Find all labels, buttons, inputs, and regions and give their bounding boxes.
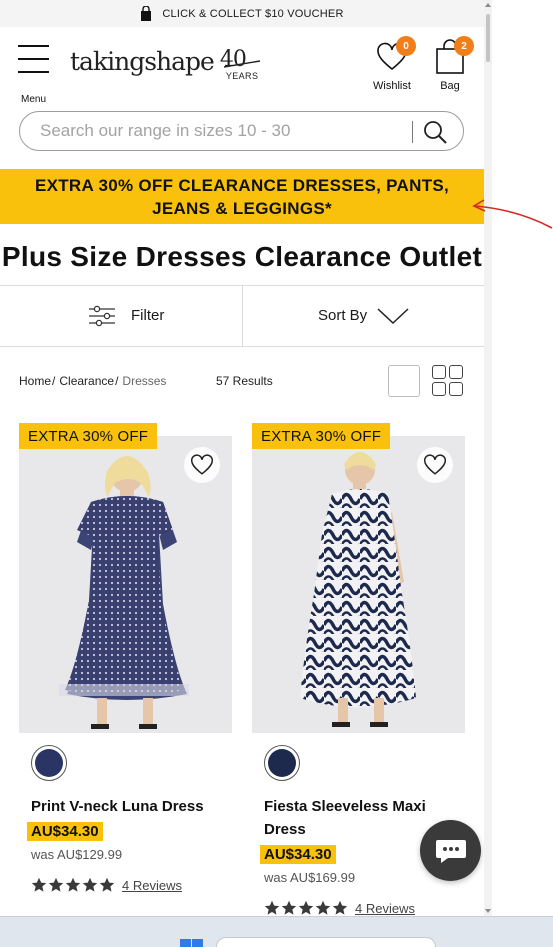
reviews-link[interactable]: 4 Reviews <box>122 878 182 893</box>
product-rating: 4 Reviews <box>264 900 415 916</box>
windows-start-icon[interactable] <box>180 939 204 947</box>
logo-anniversary: 40 YEARS <box>220 47 264 83</box>
logo-years: YEARS <box>225 71 259 81</box>
add-to-wishlist-button[interactable] <box>184 447 220 483</box>
swatch-fill <box>268 749 296 777</box>
menu-label: Menu <box>21 94 47 105</box>
offer-banner[interactable]: EXTRA 30% OFF CLEARANCE DRESSES, PANTS, … <box>0 169 484 224</box>
add-to-wishlist-button[interactable] <box>417 447 453 483</box>
menu-button[interactable]: Menu <box>18 45 52 105</box>
hand-drawn-arrow-annotation <box>472 199 553 229</box>
chevron-down-icon <box>377 308 409 325</box>
search-bar <box>19 111 464 151</box>
search-button[interactable] <box>422 119 450 145</box>
scroll-down-arrow-icon[interactable] <box>485 909 491 913</box>
page-title: Plus Size Dresses Clearance Outlet <box>1 241 483 272</box>
product-card[interactable]: EXTRA 30% OFF <box>19 423 232 916</box>
color-swatch[interactable] <box>31 745 67 781</box>
filter-label: Filter <box>131 307 165 324</box>
star-icon <box>281 900 297 915</box>
wishlist-count-badge: 0 <box>396 36 416 56</box>
star-icon <box>264 900 280 915</box>
logo-wordmark: takingshape <box>70 47 215 76</box>
star-icon <box>31 877 47 892</box>
star-icon <box>315 900 331 915</box>
site-header: Menu takingshape 40 YEARS 0 Wishlist 2 B… <box>0 27 484 105</box>
sort-button[interactable]: Sort By <box>243 286 484 346</box>
search-divider <box>412 121 413 143</box>
offer-banner-text: EXTRA 30% OFF CLEARANCE DRESSES, PANTS, … <box>34 175 450 218</box>
logo-swoosh-icon <box>223 60 260 68</box>
heart-icon <box>191 454 213 475</box>
breadcrumb-home[interactable]: Home <box>19 374 51 388</box>
star-icon <box>332 900 348 915</box>
product-rating: 4 Reviews <box>31 877 182 893</box>
heart-icon <box>424 454 446 475</box>
scrollbar-thumb[interactable] <box>486 14 490 62</box>
star-icon <box>82 877 98 892</box>
swatch-fill <box>35 749 63 777</box>
product-was-price: was AU$129.99 <box>31 847 123 862</box>
breadcrumb-clearance[interactable]: Clearance <box>59 374 114 388</box>
bag-count-badge: 2 <box>454 36 474 56</box>
star-icon <box>99 877 115 892</box>
single-column-view-button[interactable] <box>388 365 420 397</box>
product-price: AU$34.30 <box>260 845 336 864</box>
breadcrumb-separator: / <box>52 374 56 388</box>
product-was-price: was AU$169.99 <box>264 870 356 885</box>
breadcrumb: Home/Clearance/Dresses <box>19 374 166 388</box>
filter-sort-bar: Filter Sort By <box>0 285 484 347</box>
filter-sliders-icon <box>89 305 115 327</box>
search-icon <box>424 121 447 144</box>
star-icon <box>48 877 64 892</box>
product-name[interactable]: Print V-neck Luna Dress <box>31 795 226 818</box>
product-price: AU$34.30 <box>27 822 103 841</box>
site-logo[interactable]: takingshape 40 YEARS <box>70 47 264 85</box>
product-listing-page: CLICK & COLLECT $10 VOUCHER Menu takings… <box>0 0 484 916</box>
breadcrumb-current: Dresses <box>122 374 167 388</box>
bag-button[interactable]: 2 Bag <box>426 36 474 100</box>
color-swatch[interactable] <box>264 745 300 781</box>
grid-view-button[interactable] <box>432 365 464 397</box>
wishlist-label: Wishlist <box>373 80 411 92</box>
wishlist-button[interactable]: 0 Wishlist <box>368 36 416 100</box>
page-scrollbar[interactable] <box>484 0 492 916</box>
promo-strip-text: CLICK & COLLECT $10 VOUCHER <box>162 7 344 20</box>
sort-label: Sort By <box>318 307 368 324</box>
promo-strip[interactable]: CLICK & COLLECT $10 VOUCHER <box>0 0 484 27</box>
results-count: 57 Results <box>216 374 273 388</box>
discount-tag: EXTRA 30% OFF <box>252 423 391 449</box>
live-chat-button[interactable] <box>420 820 481 881</box>
bag-label: Bag <box>440 80 460 92</box>
discount-tag: EXTRA 30% OFF <box>19 423 158 449</box>
chat-bubble-icon <box>435 839 466 863</box>
os-taskbar <box>0 916 553 947</box>
scroll-up-arrow-icon[interactable] <box>485 3 491 7</box>
search-input[interactable] <box>40 120 400 142</box>
reviews-link[interactable]: 4 Reviews <box>355 901 415 916</box>
star-icon <box>65 877 81 892</box>
star-icon <box>298 900 314 915</box>
breadcrumb-separator: / <box>115 374 119 388</box>
filter-button[interactable]: Filter <box>0 286 242 346</box>
taskbar-search-box[interactable] <box>216 937 436 947</box>
shopping-bag-icon <box>141 5 152 21</box>
